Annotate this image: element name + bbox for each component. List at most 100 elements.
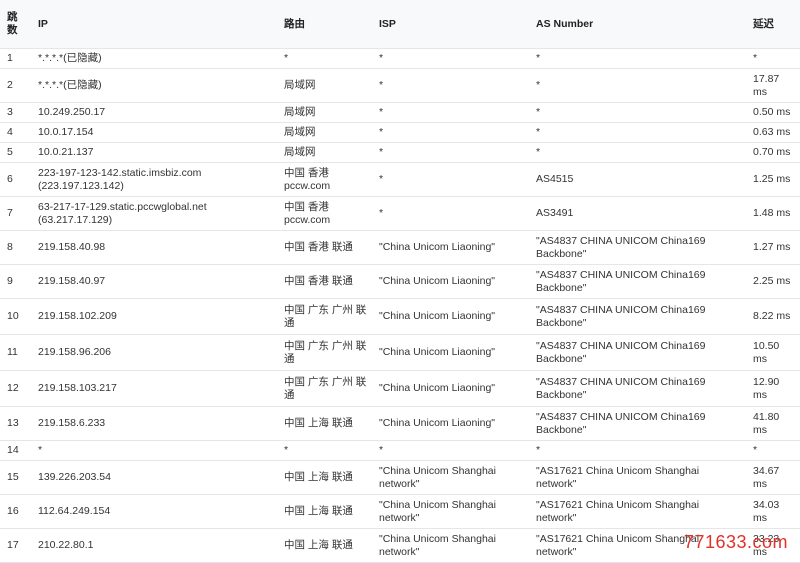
table-row: 2 *.*.*.*(已隐藏) 局域网 * * 17.87 ms (0, 68, 800, 103)
as-number-cell: "AS4837 CHINA UNICOM China169 Backbone" (530, 230, 747, 265)
route-cell: 中国 香港 联通 (278, 264, 373, 299)
table-row: 9 219.158.40.97 中国 香港 联通 "China Unicom Liao… (0, 264, 800, 299)
latency-cell: 17.87 ms (747, 68, 800, 103)
hop-cell: 1 (0, 48, 32, 69)
table-row: 4 10.0.17.154 局域网 * * 0.63 ms (0, 122, 800, 143)
isp-cell: "China Unicom Liaoning" (373, 230, 530, 265)
route-cell: 中国 香港 pccw.com (278, 162, 373, 197)
as-number-cell: "AS4837 CHINA UNICOM China169 Backbone" (530, 264, 747, 299)
header-as-number: AS Number (530, 0, 747, 49)
header-ip: IP (32, 0, 278, 49)
table-row: 5 10.0.21.137 局域网 * * 0.70 ms (0, 142, 800, 163)
hop-cell: 14 (0, 440, 32, 461)
hop-cell: 8 (0, 230, 32, 265)
table-row: 11 219.158.96.206 中国 广东 广州 联通 "China Unicom… (0, 334, 800, 371)
ip-cell: 210.22.80.1 (32, 528, 278, 563)
table-row: 17 210.22.80.1 中国 上海 联通 "China Unicom Shang… (0, 528, 800, 563)
as-number-cell: "AS4837 CHINA UNICOM China169 Backbone" (530, 406, 747, 441)
as-number-cell: * (530, 68, 747, 103)
latency-cell: 34.03 ms (747, 494, 800, 529)
latency-cell: 1.25 ms (747, 162, 800, 197)
hop-cell: 10 (0, 298, 32, 335)
as-number-cell: "AS4837 CHINA UNICOM China169 Backbone" (530, 334, 747, 371)
route-cell: * (278, 48, 373, 69)
latency-cell: 0.50 ms (747, 102, 800, 123)
isp-cell: * (373, 102, 530, 123)
hop-cell: 11 (0, 334, 32, 371)
ip-cell: 219.158.102.209 (32, 298, 278, 335)
ip-cell: 219.158.40.97 (32, 264, 278, 299)
table-row: 1 *.*.*.*(已隐藏) * * * * (0, 48, 800, 69)
table-row: 3 10.249.250.17 局域网 * * 0.50 ms (0, 102, 800, 123)
as-number-cell: * (530, 440, 747, 461)
isp-cell: * (373, 162, 530, 197)
isp-cell: "China Unicom Liaoning" (373, 370, 530, 407)
table-row: 6 223-197-123-142.static.imsbiz.com (223.1… (0, 162, 800, 197)
route-cell: 局域网 (278, 102, 373, 123)
isp-cell: * (373, 48, 530, 69)
table-row: 16 112.64.249.154 中国 上海 联通 "China Unicom Sh… (0, 494, 800, 529)
ip-cell: 219.158.40.98 (32, 230, 278, 265)
table-header-row: 跳数 IP 路由 ISP AS Number 延迟 (0, 0, 800, 49)
ip-cell: 10.249.250.17 (32, 102, 278, 123)
as-number-cell: * (530, 48, 747, 69)
as-number-cell: AS3491 (530, 196, 747, 231)
header-route: 路由 (278, 0, 373, 49)
as-number-cell: * (530, 102, 747, 123)
as-number-cell: * (530, 142, 747, 163)
as-number-cell: "AS4837 CHINA UNICOM China169 Backbone" (530, 370, 747, 407)
latency-cell: 10.50 ms (747, 334, 800, 371)
isp-cell: "China Unicom Liaoning" (373, 334, 530, 371)
as-number-cell: "AS17621 China Unicom Shanghai network" (530, 494, 747, 529)
route-cell: 中国 上海 联通 (278, 406, 373, 441)
hop-cell: 7 (0, 196, 32, 231)
latency-cell: 34.67 ms (747, 460, 800, 495)
ip-cell: 10.0.21.137 (32, 142, 278, 163)
isp-cell: * (373, 68, 530, 103)
route-cell: * (278, 440, 373, 461)
isp-cell: "China Unicom Shanghai network" (373, 460, 530, 495)
isp-cell: * (373, 122, 530, 143)
hop-cell: 17 (0, 528, 32, 563)
ip-cell: 63-217-17-129.static.pccwglobal.net (63.2… (32, 196, 278, 231)
ip-cell: 10.0.17.154 (32, 122, 278, 143)
latency-cell: 0.70 ms (747, 142, 800, 163)
traceroute-results: 跳数 IP 路由 ISP AS Number 延迟 1 *.*.*.*(已隐藏) *… (0, 0, 800, 563)
isp-cell: * (373, 142, 530, 163)
header-isp: ISP (373, 0, 530, 49)
route-cell: 局域网 (278, 122, 373, 143)
latency-cell: 0.63 ms (747, 122, 800, 143)
table-row: 14 * * * * * (0, 440, 800, 461)
latency-cell: 41.80 ms (747, 406, 800, 441)
header-latency: 延迟 (747, 0, 800, 49)
hop-cell: 15 (0, 460, 32, 495)
table-row: 12 219.158.103.217 中国 广东 广州 联通 "China Unico… (0, 370, 800, 407)
isp-cell: "China Unicom Shanghai network" (373, 528, 530, 563)
route-cell: 中国 香港 联通 (278, 230, 373, 265)
isp-cell: * (373, 440, 530, 461)
ip-cell: 219.158.103.217 (32, 370, 278, 407)
isp-cell: "China Unicom Shanghai network" (373, 494, 530, 529)
table-row: 8 219.158.40.98 中国 香港 联通 "China Unicom Liao… (0, 230, 800, 265)
route-cell: 中国 广东 广州 联通 (278, 298, 373, 335)
isp-cell: "China Unicom Liaoning" (373, 298, 530, 335)
hop-cell: 2 (0, 68, 32, 103)
latency-cell: 1.48 ms (747, 196, 800, 231)
route-cell: 中国 广东 广州 联通 (278, 334, 373, 371)
latency-cell: * (747, 48, 800, 69)
isp-cell: * (373, 196, 530, 231)
hop-cell: 16 (0, 494, 32, 529)
table-row: 10 219.158.102.209 中国 广东 广州 联通 "China Unico… (0, 298, 800, 335)
table-row: 13 219.158.6.233 中国 上海 联通 "China Unicom Lia… (0, 406, 800, 441)
as-number-cell: * (530, 122, 747, 143)
ip-cell: 219.158.6.233 (32, 406, 278, 441)
hop-cell: 12 (0, 370, 32, 407)
latency-cell: 1.27 ms (747, 230, 800, 265)
hop-cell: 13 (0, 406, 32, 441)
table-row: 15 139.226.203.54 中国 上海 联通 "China Unicom Sh… (0, 460, 800, 495)
as-number-cell: AS4515 (530, 162, 747, 197)
latency-cell: 8.22 ms (747, 298, 800, 335)
ip-cell: * (32, 440, 278, 461)
route-cell: 中国 上海 联通 (278, 460, 373, 495)
latency-cell: 12.90 ms (747, 370, 800, 407)
